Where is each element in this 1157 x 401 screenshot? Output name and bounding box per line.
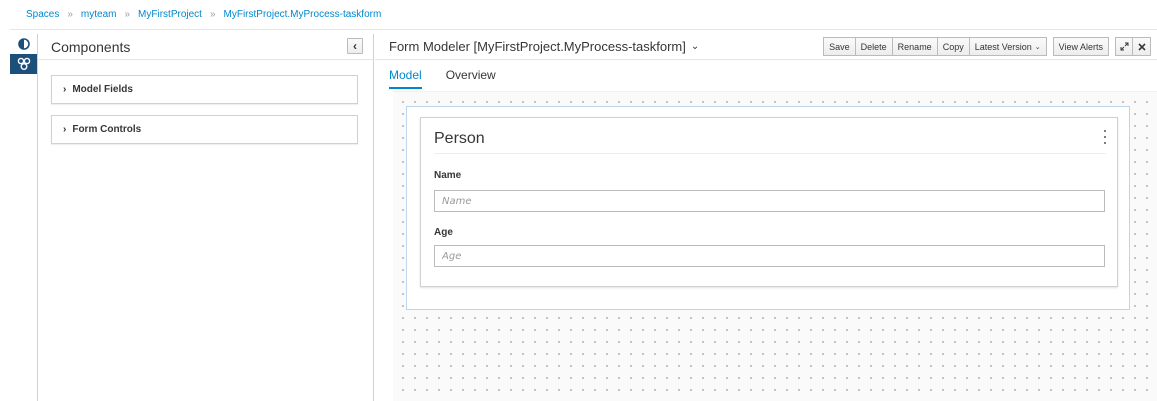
half-circle-icon — [17, 38, 30, 50]
group-icon — [17, 57, 30, 70]
tab-model[interactable]: Model — [389, 68, 422, 89]
chevron-left-icon: ‹ — [353, 39, 357, 53]
editor-title: Form Modeler [MyFirstProject.MyProcess-t… — [389, 39, 686, 54]
kebab-menu-icon[interactable] — [1102, 130, 1108, 144]
left-icon-rail — [10, 34, 38, 401]
accordion-label: Form Controls — [72, 124, 142, 135]
editor-toolbar: Save Delete Rename Copy Latest Version ⌄… — [817, 37, 1157, 57]
rename-button[interactable]: Rename — [892, 37, 938, 56]
components-panel: Components ‹ › Model Fields › Form Contr… — [38, 34, 374, 401]
version-dropdown[interactable]: Latest Version ⌄ — [969, 37, 1047, 56]
window-actions-group — [1115, 37, 1151, 57]
close-icon — [1137, 42, 1146, 51]
rail-item-components[interactable] — [10, 54, 37, 74]
accordion-label: Model Fields — [72, 84, 133, 95]
components-header: Components ‹ — [38, 34, 373, 60]
breadcrumb-separator: » — [67, 9, 73, 20]
editor-header: Form Modeler [MyFirstProject.MyProcess-t… — [375, 34, 1157, 60]
accordion-form-controls[interactable]: › Form Controls — [51, 115, 358, 144]
components-title: Components — [51, 38, 131, 55]
form-divider — [434, 153, 1106, 154]
name-field-label: Name — [434, 170, 462, 181]
version-label: Latest Version — [974, 41, 1032, 52]
editor-title-dropdown[interactable]: Form Modeler [MyFirstProject.MyProcess-t… — [389, 39, 699, 54]
breadcrumb-separator: » — [124, 9, 131, 20]
file-actions-group: Save Delete Rename Copy Latest Version ⌄ — [823, 37, 1047, 57]
breadcrumb-separator: » — [209, 9, 216, 20]
breadcrumb-spaces[interactable]: Spaces — [26, 9, 59, 20]
form-title: Person — [434, 130, 485, 147]
editor-tabs: Model Overview — [389, 68, 520, 89]
breadcrumb-asset[interactable]: MyFirstProject.MyProcess-taskform — [224, 9, 382, 20]
maximize-button[interactable] — [1115, 37, 1133, 56]
chevron-down-icon: ⌄ — [690, 41, 700, 52]
chevron-right-icon: › — [63, 124, 67, 135]
view-alerts-button[interactable]: View Alerts — [1052, 37, 1109, 56]
age-input[interactable] — [434, 245, 1105, 267]
chevron-down-icon: ⌄ — [1034, 43, 1041, 51]
form-canvas[interactable]: Person Name Age — [393, 91, 1157, 401]
form-drop-area[interactable]: Person Name Age — [406, 106, 1130, 310]
name-input[interactable] — [434, 190, 1105, 212]
form-editor: Form Modeler [MyFirstProject.MyProcess-t… — [375, 34, 1157, 401]
breadcrumb-myteam[interactable]: myteam — [81, 9, 117, 20]
breadcrumb: Spaces » myteam » MyFirstProject » MyFir… — [10, 0, 1157, 30]
close-button[interactable] — [1133, 37, 1151, 56]
copy-button[interactable]: Copy — [937, 37, 970, 56]
alerts-group: View Alerts — [1052, 37, 1109, 57]
chevron-right-icon: › — [63, 84, 67, 95]
collapse-panel-button[interactable]: ‹ — [347, 38, 363, 54]
form-component-card[interactable]: Person Name Age — [420, 117, 1118, 287]
tab-overview[interactable]: Overview — [446, 68, 496, 89]
breadcrumb-project[interactable]: MyFirstProject — [138, 9, 202, 20]
delete-button[interactable]: Delete — [855, 37, 893, 56]
rail-item-theme[interactable] — [10, 34, 37, 54]
age-field-label: Age — [434, 227, 453, 238]
save-button[interactable]: Save — [823, 37, 856, 56]
accordion-model-fields[interactable]: › Model Fields — [51, 75, 358, 104]
expand-icon — [1120, 42, 1128, 51]
